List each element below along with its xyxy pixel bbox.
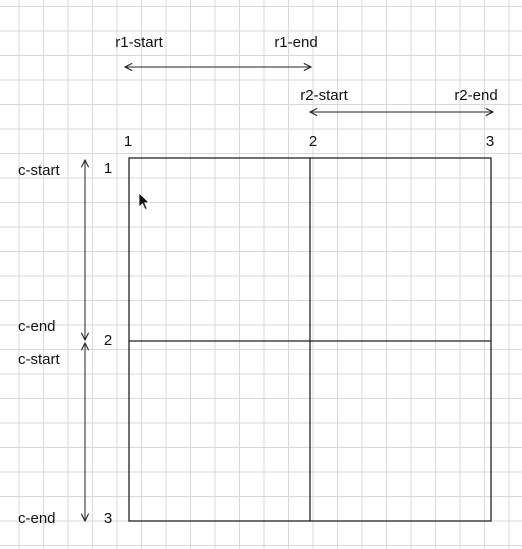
row-line-number-1: 1 (104, 160, 112, 177)
left-span-1-end-label: c-end (18, 318, 56, 335)
left-span-1-start-label: c-start (18, 162, 61, 179)
left-span-2-start-label: c-start (18, 351, 61, 368)
span-1-start-label: r1-start (115, 34, 163, 51)
mouse-pointer-icon (138, 192, 151, 211)
left-span-2-end-label: c-end (18, 510, 56, 527)
row-line-number-2: 2 (104, 332, 112, 349)
diagram-canvas: 1 2 3 1 2 3 r1-start r1-end r2-start r2-… (0, 0, 522, 549)
column-line-number-2: 2 (309, 133, 317, 150)
span-2-start-label: r2-start (300, 87, 348, 104)
column-line-number-3: 3 (486, 133, 494, 150)
grid-diagram: 1 2 3 1 2 3 r1-start r1-end r2-start r2-… (18, 34, 498, 527)
row-line-number-3: 3 (104, 510, 112, 527)
span-1-end-label: r1-end (274, 34, 317, 51)
column-line-number-1: 1 (124, 133, 132, 150)
span-2-end-label: r2-end (454, 87, 497, 104)
